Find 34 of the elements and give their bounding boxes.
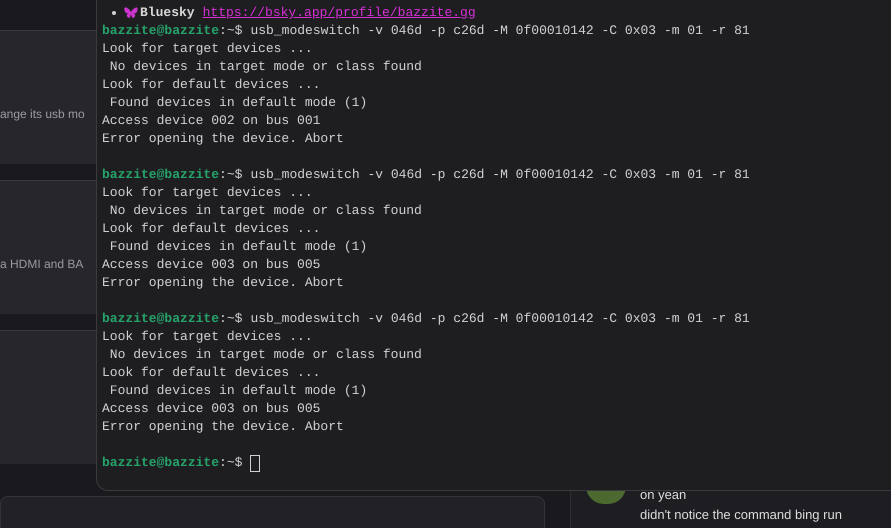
output-line: Look for target devices ...: [102, 184, 313, 202]
output-line: Found devices in default mode (1): [108, 238, 368, 256]
output-line: Access device 003 on bus 005: [102, 256, 320, 274]
output-line: Look for default devices ...: [102, 364, 320, 382]
shell-prompt: bazzite@bazzite:~$: [102, 310, 242, 328]
shell-prompt: bazzite@bazzite:~$: [102, 454, 242, 472]
output-line: Access device 002 on bus 001: [102, 112, 320, 130]
text-cursor: [250, 454, 260, 472]
shell-prompt: bazzite@bazzite:~$: [102, 22, 242, 40]
output-line: Found devices in default mode (1): [108, 94, 368, 112]
output-line: No devices in target mode or class found: [108, 202, 422, 220]
output-line: Error opening the device. Abort: [102, 274, 344, 292]
shell-prompt: bazzite@bazzite:~$: [102, 166, 242, 184]
link-label: Bluesky: [140, 4, 195, 22]
output-line: Look for target devices ...: [102, 328, 313, 346]
output-line: Look for target devices ...: [102, 40, 313, 58]
output-line: Found devices in default mode (1): [108, 382, 368, 400]
output-line: No devices in target mode or class found: [108, 346, 422, 364]
output-line: Error opening the device. Abort: [102, 418, 344, 436]
bullet-icon: [112, 11, 116, 15]
output-line: Look for default devices ...: [102, 76, 320, 94]
butterfly-icon: [124, 7, 138, 19]
chat-message: didn't notice the command bing run: [640, 506, 842, 523]
output-line: Look for default devices ...: [102, 220, 320, 238]
profile-link[interactable]: https://bsky.app/profile/bazzite.gg: [202, 4, 476, 22]
chat-message: on yean: [640, 486, 688, 503]
command-text: usb_modeswitch -v 046d -p c26d -M 0f00010142 -C 0x03 -m 01 -r 81: [250, 310, 750, 328]
output-line: No devices in target mode or class found: [108, 58, 422, 76]
command-text: usb_modeswitch -v 046d -p c26d -M 0f00010142 -C 0x03 -m 01 -r 81: [250, 22, 750, 40]
command-text: usb_modeswitch -v 046d -p c26d -M 0f00010142 -C 0x03 -m 01 -r 81: [250, 166, 750, 184]
output-line: Error opening the device. Abort: [102, 130, 344, 148]
post-snippet: ange its usb mo: [0, 106, 85, 122]
output-line: Access device 003 on bus 005: [102, 400, 320, 418]
post-snippet: a HDMI and BA: [0, 256, 84, 272]
